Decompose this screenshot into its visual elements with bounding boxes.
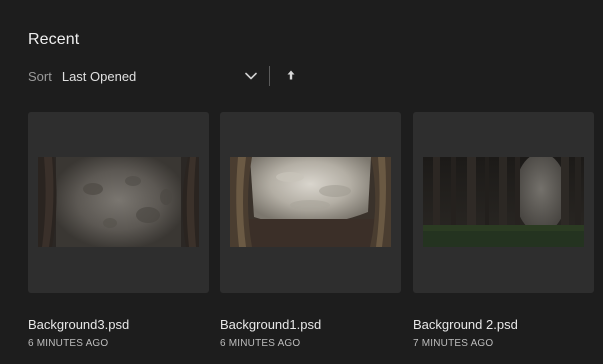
file-name[interactable]: Background1.psd xyxy=(220,317,321,332)
arrow-up-icon xyxy=(287,67,295,85)
file-name[interactable]: Background3.psd xyxy=(28,317,129,332)
file-thumbnail[interactable] xyxy=(413,112,594,293)
thumbnail-image xyxy=(230,157,391,247)
sort-label: Sort xyxy=(28,68,52,84)
file-last-opened: 6 MINUTES AGO xyxy=(28,338,109,349)
file-name[interactable]: Background 2.psd xyxy=(413,317,518,332)
sort-direction-button[interactable] xyxy=(284,69,298,83)
file-last-opened: 6 MINUTES AGO xyxy=(220,338,301,349)
file-card[interactable]: Background 2.psd 7 MINUTES AGO xyxy=(413,112,594,349)
file-last-opened: 7 MINUTES AGO xyxy=(413,338,494,349)
file-card[interactable]: Background1.psd 6 MINUTES AGO xyxy=(220,112,401,349)
page-title: Recent xyxy=(28,31,80,48)
sort-value: Last Opened xyxy=(61,68,137,84)
thumbnail-image xyxy=(38,157,199,247)
sort-dropdown[interactable]: Last Opened xyxy=(62,69,258,84)
sort-bar: Sort Last Opened xyxy=(28,66,298,86)
chevron-down-icon xyxy=(244,69,258,83)
file-card[interactable]: Background3.psd 6 MINUTES AGO xyxy=(28,112,209,349)
thumbnail-image xyxy=(423,157,584,247)
file-thumbnail[interactable] xyxy=(28,112,209,293)
divider xyxy=(268,66,270,86)
file-thumbnail[interactable] xyxy=(220,112,401,293)
recent-files-panel: Recent Sort Last Opened Background3.psd … xyxy=(0,0,603,364)
